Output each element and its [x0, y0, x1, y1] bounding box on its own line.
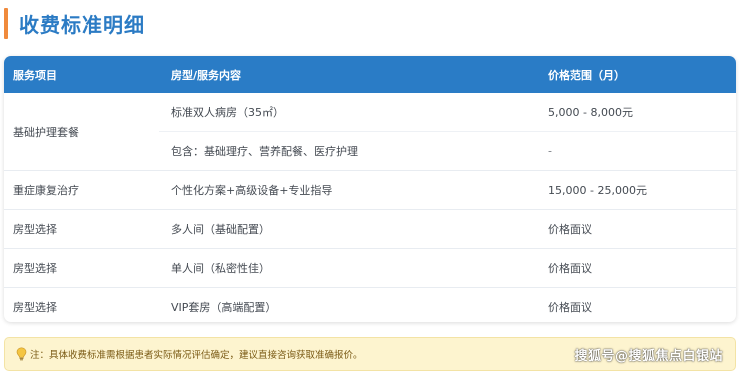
header-room-content: 房型/服务内容: [171, 68, 242, 82]
table-row: 房型选择 多人间（基础配置） 价格面议: [4, 210, 736, 249]
header-price-range: 价格范围（月）: [548, 68, 625, 82]
pricing-table: 服务项目 房型/服务内容 价格范围（月） 基础护理套餐 标准双人病房（35㎡） …: [4, 56, 736, 322]
cell-price: 15,000 - 25,000元: [548, 184, 647, 197]
header-service-item: 服务项目: [13, 68, 57, 82]
page-title: 收费标准明细: [19, 13, 145, 37]
cell-content: 标准双人病房（35㎡）: [171, 106, 284, 119]
cell-price: -: [548, 144, 552, 158]
cell-content: 多人间（基础配置）: [171, 223, 270, 236]
cell-content: 单人间（私密性佳）: [171, 262, 270, 275]
cell-service-item: 房型选择: [13, 301, 57, 314]
section-title: 收费标准明细: [4, 8, 145, 39]
cell-price: 价格面议: [548, 223, 592, 236]
cell-service-item: 房型选择: [13, 223, 57, 236]
cell-content: 包含：基础理疗、营养配餐、医疗护理: [171, 145, 358, 158]
cell-content: VIP套房（高端配置）: [171, 301, 277, 314]
watermark: 搜狐号@搜狐焦点白银站: [574, 348, 723, 364]
cell-service-item: 房型选择: [13, 262, 57, 275]
cell-price: 价格面议: [548, 262, 592, 275]
table-header: 服务项目 房型/服务内容 价格范围（月）: [4, 56, 736, 93]
lightbulb-icon: [16, 347, 27, 361]
table-row: 房型选择 VIP套房（高端配置） 价格面议: [4, 288, 736, 322]
note-text: 注：具体收费标准需根据患者实际情况评估确定，建议直接咨询获取准确报价。: [30, 350, 363, 361]
table-row: 重症康复治疗 个性化方案+高级设备+专业指导 15,000 - 25,000元: [4, 171, 736, 210]
cell-content: 个性化方案+高级设备+专业指导: [171, 184, 333, 197]
cell-service-item: 重症康复治疗: [13, 184, 79, 197]
cell-price: 价格面议: [548, 301, 592, 314]
table-row-group-basic: 基础护理套餐 标准双人病房（35㎡） 5,000 - 8,000元 包含：基础理…: [4, 93, 736, 171]
note-banner: 注：具体收费标准需根据患者实际情况评估确定，建议直接咨询获取准确报价。 搜狐号@…: [4, 337, 736, 371]
title-accent-bar: [4, 8, 8, 39]
table-row: 房型选择 单人间（私密性佳） 价格面议: [4, 249, 736, 288]
cell-price: 5,000 - 8,000元: [548, 106, 633, 119]
table-row: 包含：基础理疗、营养配餐、医疗护理 -: [159, 131, 736, 170]
table-row: 标准双人病房（35㎡） 5,000 - 8,000元: [4, 93, 736, 131]
